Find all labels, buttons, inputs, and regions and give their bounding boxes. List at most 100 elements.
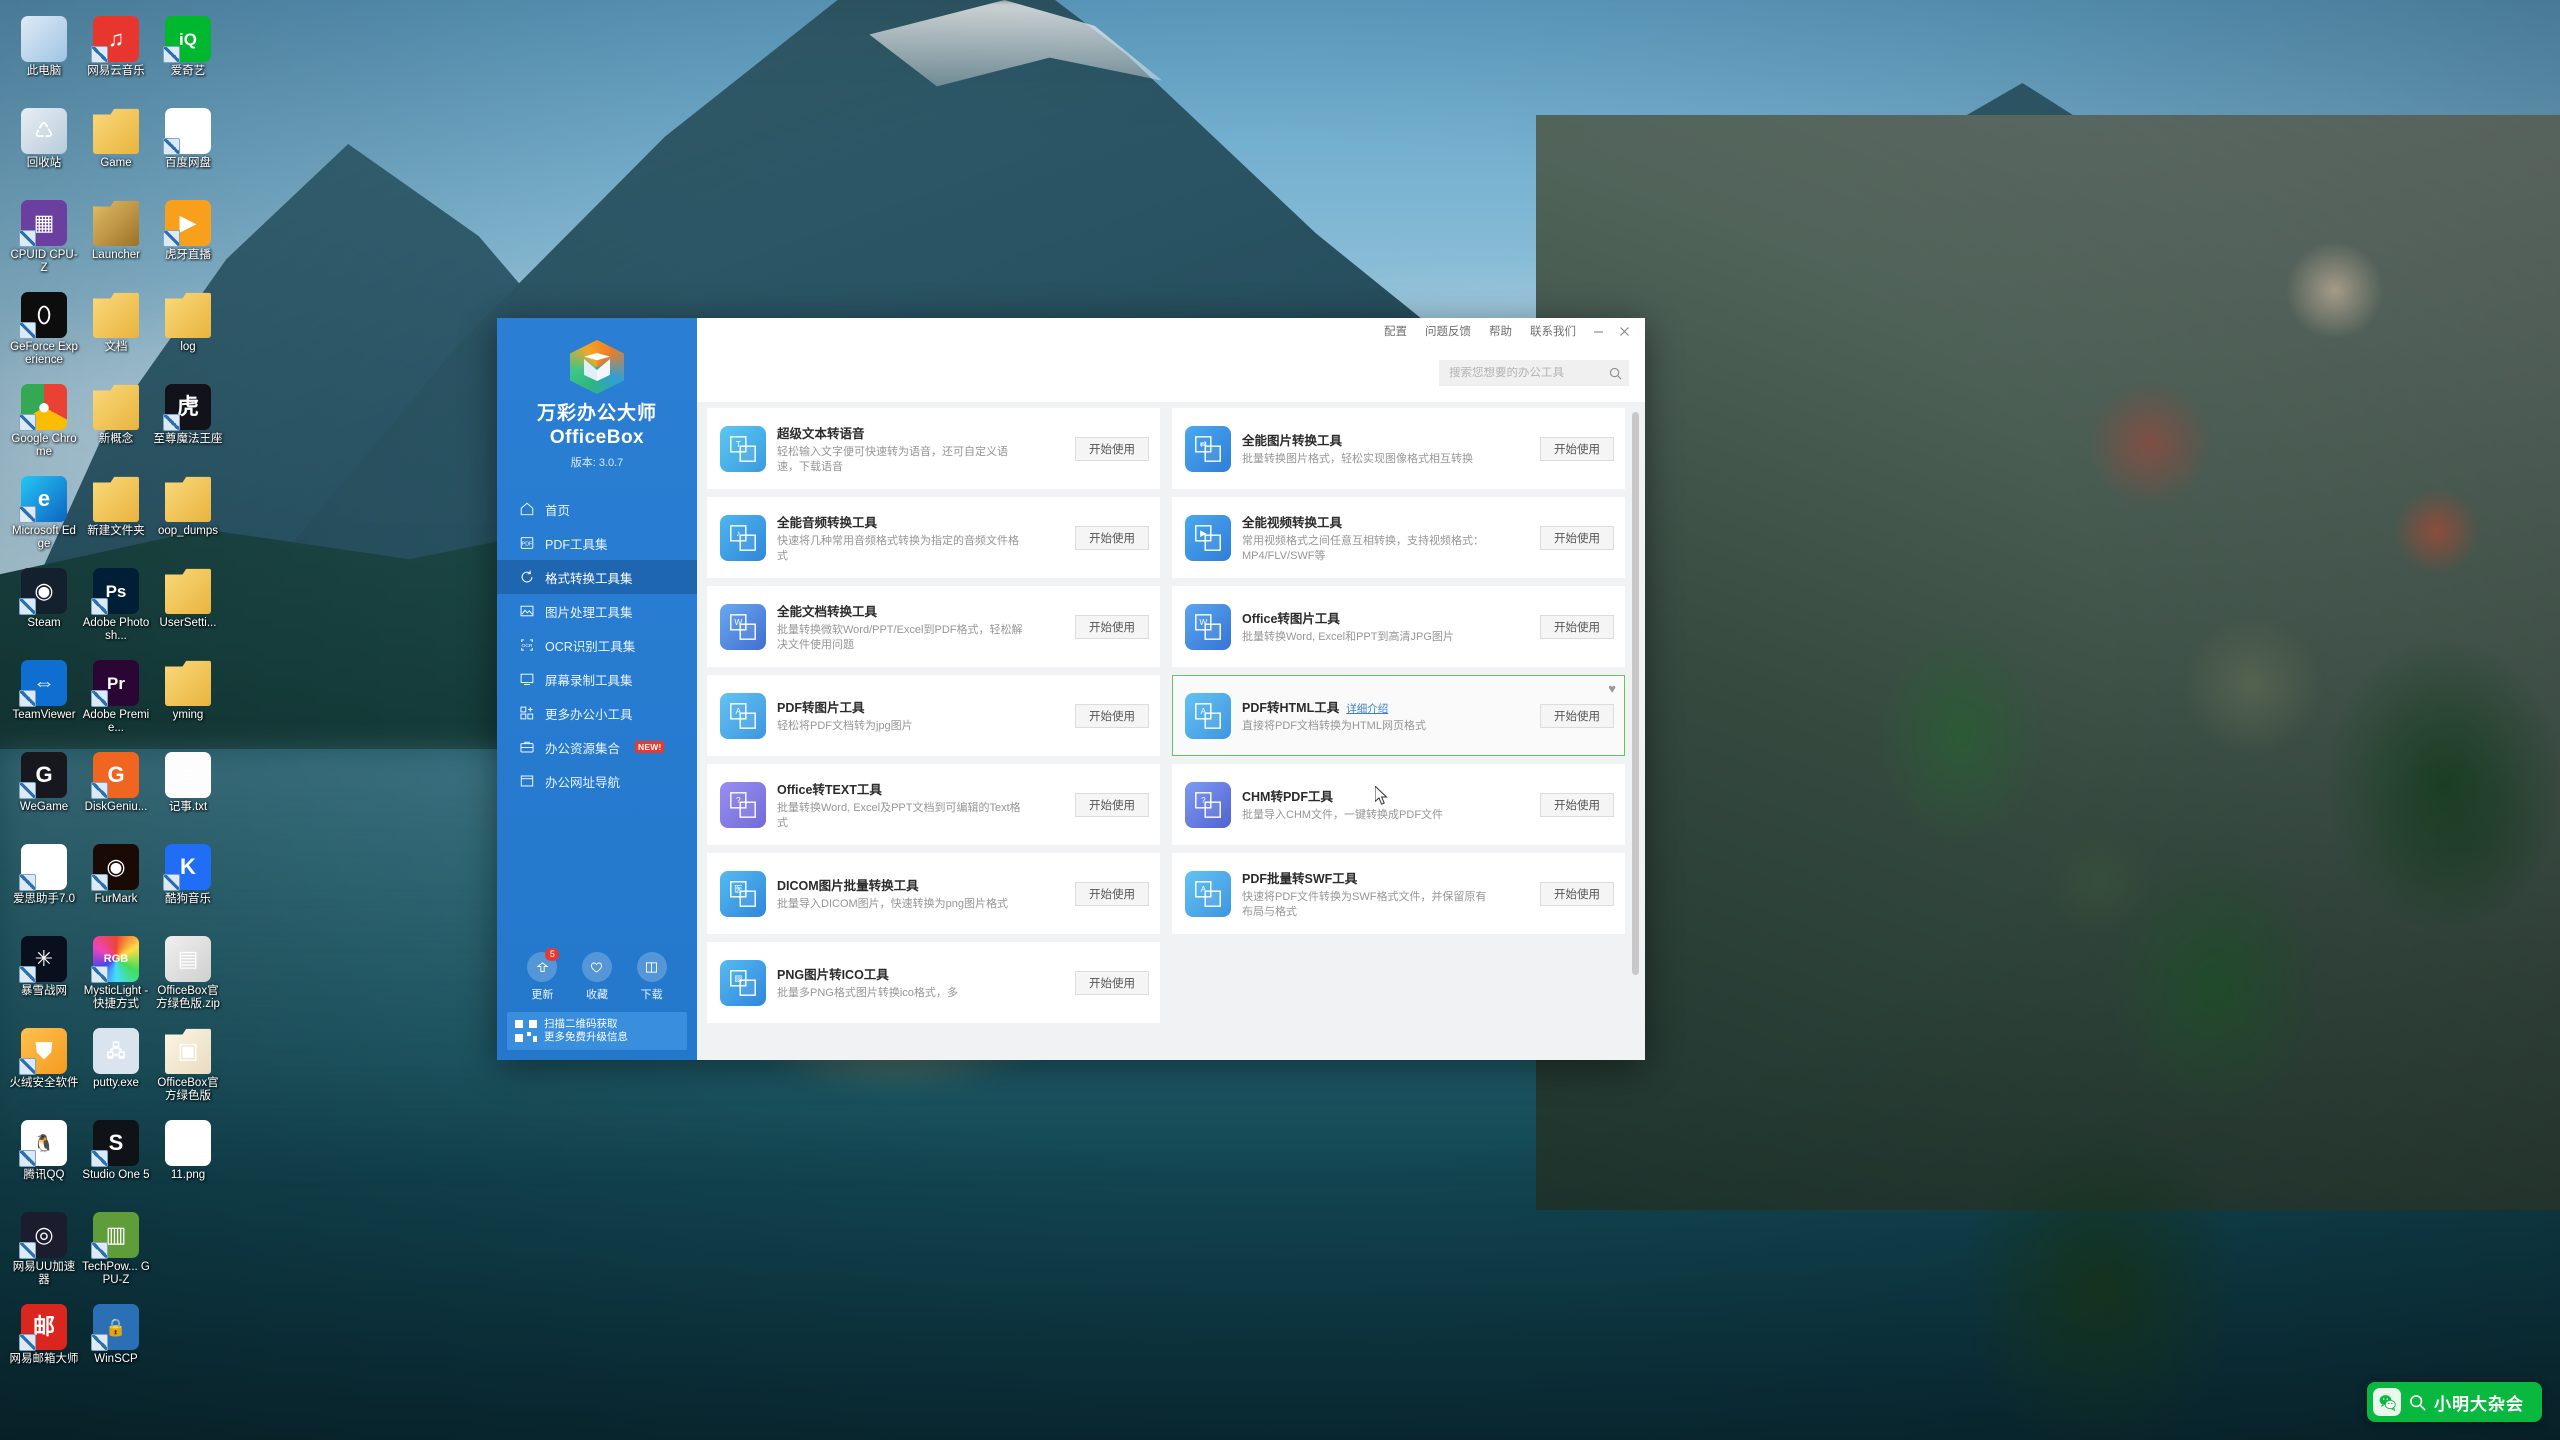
desktop-icon-diskgenius[interactable]: G DiskGeniu... — [80, 748, 152, 836]
desktop-icon-cpu-z[interactable]: ▦ CPUID CPU-Z — [8, 196, 80, 284]
sidebar-item-5[interactable]: 屏幕录制工具集 — [497, 662, 697, 696]
search-icon[interactable] — [1609, 367, 1622, 380]
content-scrollbar[interactable] — [1632, 412, 1639, 1052]
desktop-icon-teamviewer[interactable]: ⇔ TeamViewer — [8, 656, 80, 744]
quick-action-2[interactable]: 下载 — [636, 952, 667, 1002]
desktop-icon-tencent-qq[interactable]: 🐧 腾讯QQ — [8, 1116, 80, 1204]
titlebar-link-config[interactable]: 配置 — [1375, 323, 1416, 339]
sidebar-item-0[interactable]: 首页 — [497, 492, 697, 526]
desktop-icon-folder[interactable]: 新概念 — [80, 380, 152, 468]
desktop-icon-furmark[interactable]: ◉ FurMark — [80, 840, 152, 928]
titlebar-link-feedback[interactable]: 问题反馈 — [1416, 323, 1480, 339]
start-using-button[interactable]: 开始使用 — [1540, 703, 1614, 728]
desktop-icon-zip-archive[interactable]: ▤ OfficeBox官方绿色版.zip — [152, 932, 224, 1020]
tool-card[interactable]: ? CHM转PDF工具 批量导入CHM文件，一键转换成PDF文件 开始使用 — [1172, 764, 1625, 845]
start-using-button[interactable]: 开始使用 — [1075, 970, 1149, 995]
desktop-icon-gpu-z[interactable]: ▥ TechPow... GPU-Z — [80, 1208, 152, 1296]
desktop-icon-recycle-bin[interactable]: ♺ 回收站 — [8, 104, 80, 192]
tool-card[interactable]: A PDF转HTML工具 详细介绍 直接将PDF文档转换为HTML网页格式 开始使用 ♥ — [1172, 675, 1625, 756]
tool-card[interactable]: W 全能文档转换工具 批量转换微软Word/PPT/Excel到PDF格式，轻松解决… — [707, 586, 1160, 667]
quick-action-1[interactable]: 收藏 — [581, 952, 612, 1002]
start-using-button[interactable]: 开始使用 — [1540, 436, 1614, 461]
desktop-icon-folder[interactable]: yming — [152, 656, 224, 744]
netease-mail-icon: 邮 — [19, 1304, 67, 1351]
start-using-button[interactable]: 开始使用 — [1075, 703, 1149, 728]
qr-promo-strip[interactable]: 扫描二维码获取 更多免费升级信息 — [507, 1012, 687, 1050]
start-using-button[interactable]: 开始使用 — [1075, 525, 1149, 550]
tool-card[interactable]: ? Office转TEXT工具 批量转换Word, Excel及PPT文档到可编辑的… — [707, 764, 1160, 845]
sidebar-item-8[interactable]: 办公网址导航 — [497, 764, 697, 798]
minimize-icon[interactable] — [1585, 320, 1611, 342]
desktop-icon-kugou[interactable]: K 酷狗音乐 — [152, 840, 224, 928]
desktop-icon-premiere[interactable]: Pr Adobe Premie... — [80, 656, 152, 744]
start-using-button[interactable]: 开始使用 — [1540, 614, 1614, 639]
desktop-icon-netease-mail[interactable]: 邮网易邮箱大师 — [8, 1300, 80, 1388]
titlebar-link-help[interactable]: 帮助 — [1480, 323, 1521, 339]
tool-card[interactable]: 医 DICOM图片批量转换工具 批量导入DICOM图片，快速转换为png图片格式 开始… — [707, 853, 1160, 934]
desktop-icon-huorong[interactable]: ⛊ 火绒安全软件 — [8, 1024, 80, 1112]
start-using-button[interactable]: 开始使用 — [1075, 792, 1149, 817]
tool-card[interactable]: A PDF批量转SWF工具 快速将PDF文件转换为SWF格式文件，并保留原有布局与格… — [1172, 853, 1625, 934]
desktop-icon-folder[interactable]: Launcher — [80, 196, 152, 284]
start-using-button[interactable]: 开始使用 — [1075, 881, 1149, 906]
desktop-icon-folder[interactable]: 文档 — [80, 288, 152, 376]
close-icon[interactable] — [1611, 320, 1637, 342]
desktop-icon-text-file[interactable]: ≡ 记事.txt — [152, 748, 224, 836]
tool-card[interactable]: A PDF转图片工具 轻松将PDF文档转为jpg图片 开始使用 — [707, 675, 1160, 756]
desktop-icon-folder[interactable]: UserSetti... — [152, 564, 224, 652]
start-using-button[interactable]: 开始使用 — [1540, 881, 1614, 906]
search-input[interactable] — [1449, 367, 1603, 379]
tool-card[interactable]: ⇄ 全能图片转换工具 批量转换图片格式，轻松实现图像格式相互转换 开始使用 — [1172, 408, 1625, 489]
desktop-icon-steam[interactable]: ◉ Steam — [8, 564, 80, 652]
desktop-icon-studio-one[interactable]: S Studio One 5 — [80, 1116, 152, 1204]
tool-card[interactable]: ♪ 全能音频转换工具 快速将几种常用音频格式转换为指定的音频文件格式 开始使用 — [707, 497, 1160, 578]
desktop-icon-winscp[interactable]: 🔒 WinSCP — [80, 1300, 152, 1388]
sidebar-item-7[interactable]: 办公资源集合 NEW! — [497, 730, 697, 764]
sidebar-item-4[interactable]: OCR OCR识别工具集 — [497, 628, 697, 662]
desktop-icon-putty[interactable]: 🖧 putty.exe — [80, 1024, 152, 1112]
tool-card[interactable]: ▶ 全能视频转换工具 常用视频格式之间任意互相转换，支持视频格式：MP4/FLV/S… — [1172, 497, 1625, 578]
sidebar-item-2[interactable]: 格式转换工具集 — [497, 560, 697, 594]
start-using-button[interactable]: 开始使用 — [1540, 525, 1614, 550]
desktop-icon-mystic-light[interactable]: RGB MysticLight - 快捷方式 — [80, 932, 152, 1020]
desktop-icon-battlenet[interactable]: ✳ 暴雪战网 — [8, 932, 80, 1020]
desktop-icon-officebox-folder[interactable]: ▣ OfficeBox官方绿色版 — [152, 1024, 224, 1112]
desktop-icon-chrome[interactable]: ● Google Chrome — [8, 380, 80, 468]
sidebar-item-1[interactable]: PDF PDF工具集 — [497, 526, 697, 560]
desktop-icon-aisi[interactable]: iU 爱思助手7.0 — [8, 840, 80, 928]
sidebar-item-3[interactable]: 图片处理工具集 — [497, 594, 697, 628]
desktop-icon-wegame[interactable]: G WeGame — [8, 748, 80, 836]
sidebar-item-6[interactable]: 更多办公小工具 — [497, 696, 697, 730]
desktop-icon-folder[interactable]: oop_dumps — [152, 472, 224, 560]
desktop-icon-computer[interactable]: 此电脑 — [8, 12, 80, 100]
desktop-icon-iqiyi[interactable]: iQ 爱奇艺 — [152, 12, 224, 100]
desktop-icon-folder[interactable]: log — [152, 288, 224, 376]
desktop-icon-netease-music[interactable]: ♫ 网易云音乐 — [80, 12, 152, 100]
desktop-icon-photoshop[interactable]: Ps Adobe Photosh... — [80, 564, 152, 652]
desktop-icon-image-file[interactable]: ▨ 11.png — [152, 1116, 224, 1204]
tool-card[interactable]: ▨ PNG图片转ICO工具 批量多PNG格式图片转换ico格式，多 开始使用 — [707, 942, 1160, 1023]
desktop-icon-label: TechPow... GPU-Z — [82, 1261, 150, 1286]
scrollbar-thumb[interactable] — [1632, 412, 1639, 976]
start-using-button[interactable]: 开始使用 — [1075, 614, 1149, 639]
desktop-icon-geforce[interactable]: ⬯ GeForce Experience — [8, 288, 80, 376]
tool-detail-link[interactable]: 详细介绍 — [1346, 701, 1388, 716]
desktop-icon-edge[interactable]: e Microsoft Edge — [8, 472, 80, 560]
start-using-button[interactable]: 开始使用 — [1540, 792, 1614, 817]
desktop-icon-baidu-netdisk[interactable]: ☁ 百度网盘 — [152, 104, 224, 192]
desktop-icon-netease-uu[interactable]: ◎ 网易UU加速器 — [8, 1208, 80, 1296]
folder-icon — [93, 384, 139, 430]
quick-action-0[interactable]: 5 更新 — [527, 948, 560, 1002]
desktop-icon-folder[interactable]: 新建文件夹 — [80, 472, 152, 560]
favorite-heart-icon[interactable]: ♥ — [1608, 682, 1616, 695]
start-using-button[interactable]: 开始使用 — [1075, 436, 1149, 461]
desktop-icon-game-app[interactable]: 虎至尊魔法王座 — [152, 380, 224, 468]
tool-card[interactable]: W Office转图片工具 批量转换Word, Excel和PPT到高清JPG图片开… — [1172, 586, 1625, 667]
wechat-search-widget[interactable]: 小明大杂会 — [2367, 1382, 2542, 1422]
tool-card[interactable]: T 超级文本转语音 轻松输入文字便可快速转为语音，还可自定义语速，下载语音 开始使用 — [707, 408, 1160, 489]
titlebar-link-contact[interactable]: 联系我们 — [1521, 323, 1585, 339]
desktop-icon-folder[interactable]: Game — [80, 104, 152, 192]
search-box[interactable] — [1439, 360, 1629, 386]
desktop-icon-huya[interactable]: ▶ 虎牙直播 — [152, 196, 224, 284]
desktop-icon-label: Launcher — [92, 249, 140, 261]
